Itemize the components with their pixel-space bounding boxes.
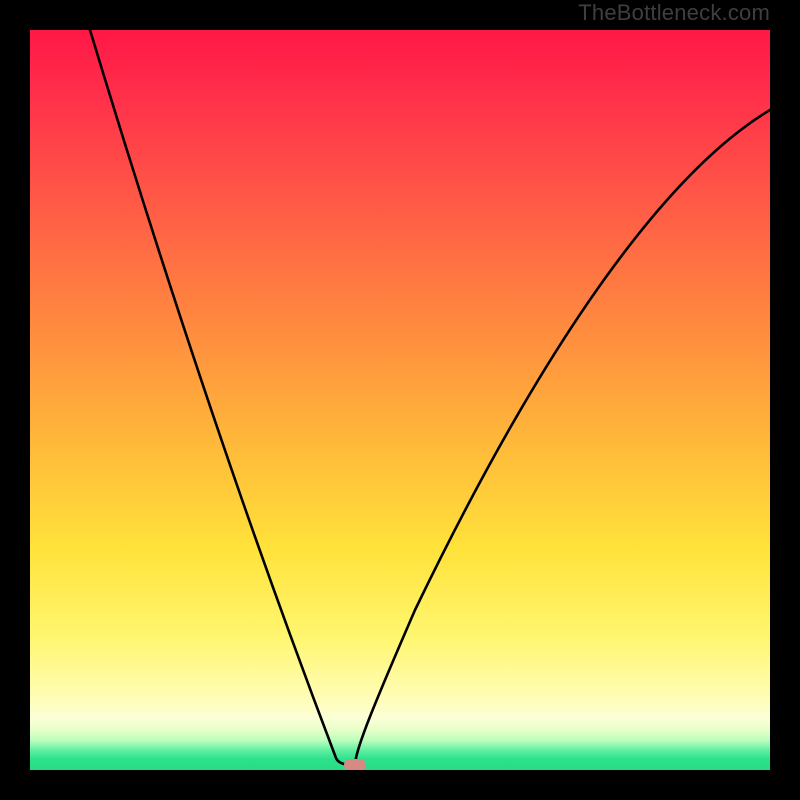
bottleneck-curve — [30, 30, 770, 770]
curve-path — [90, 30, 770, 765]
watermark-label: TheBottleneck.com — [578, 0, 770, 26]
chart-frame: TheBottleneck.com — [0, 0, 800, 800]
plot-area — [30, 30, 770, 770]
optimal-point-marker — [344, 759, 366, 770]
